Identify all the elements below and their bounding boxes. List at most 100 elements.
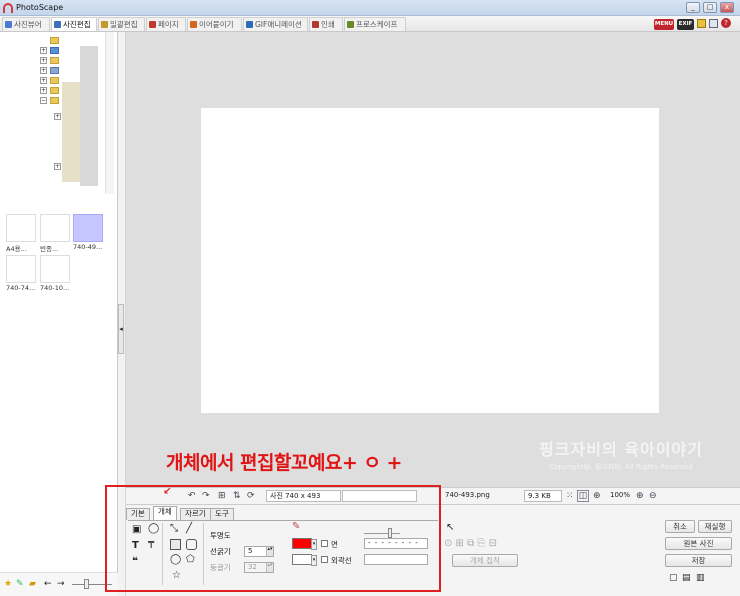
menu-icon[interactable]: MENU	[654, 19, 674, 30]
filename-label: 740-493.png	[445, 491, 490, 499]
undo-button[interactable]: 취소	[665, 520, 695, 533]
fit-icon[interactable]: ◫	[577, 490, 589, 502]
zoom-in-icon[interactable]: ⊕	[636, 491, 644, 501]
thumbnail-caption: 740-74...	[6, 284, 36, 292]
tab-page[interactable]: 페이지	[146, 17, 186, 31]
filesize-label: 9.3 KB	[524, 490, 562, 502]
folder-tree[interactable]: + + + + + − + +	[0, 32, 114, 194]
thumbnail[interactable]	[40, 255, 70, 283]
tree-item[interactable]: +	[40, 66, 110, 76]
photoscape-icon	[347, 21, 354, 28]
folder-icon	[50, 87, 59, 94]
tab-label: 일괄편집	[110, 20, 138, 29]
expand-icon[interactable]: +	[40, 87, 47, 94]
zoom-actual-icon[interactable]: ⊕	[593, 491, 601, 501]
tree-vertical-scrollbar[interactable]	[105, 32, 114, 194]
print-icon	[312, 21, 319, 28]
back-icon[interactable]: ←	[44, 579, 52, 589]
tab-viewer[interactable]: 사진뷰어	[2, 17, 50, 31]
expand-icon[interactable]: +	[40, 67, 47, 74]
combine-icon	[190, 21, 197, 28]
tab-batch[interactable]: 일괄편집	[98, 17, 145, 31]
maximize-button[interactable]: □	[703, 2, 717, 13]
tab-combine[interactable]: 이어붙이기	[187, 17, 242, 31]
expand-icon[interactable]: +	[54, 163, 61, 170]
thumbnail-caption: 빈종...	[40, 245, 59, 253]
add-folder-icon[interactable]: ✎	[16, 579, 24, 589]
expand-icon[interactable]: +	[40, 77, 47, 84]
tab-photoscape[interactable]: 프로스케이프	[344, 17, 406, 31]
help-icon[interactable]: ?	[721, 18, 731, 28]
tab-label: 인쇄	[321, 20, 335, 29]
collapse-icon[interactable]: −	[40, 97, 47, 104]
folder-icon	[50, 77, 59, 84]
exif-icon[interactable]: EXIF	[677, 19, 694, 30]
folder-icon	[50, 67, 59, 74]
thumbnail-selected[interactable]	[73, 214, 103, 242]
thumbnail-caption: A4용...	[6, 245, 27, 253]
highlight-arrow-icon: ↙	[163, 486, 172, 497]
object-tool-icons[interactable]: ⊙ ⊞ ⧉ ⎘ ⊟	[444, 539, 497, 549]
editor-icon	[54, 21, 61, 28]
window-icon[interactable]	[697, 19, 706, 28]
tree-item[interactable]: +	[40, 56, 110, 66]
zoom-level: 100%	[610, 491, 631, 499]
main-menu-bar: 사진뷰어 사진편집 일괄편집 페이지 이어붙이기 GIF애니메이션 인쇄 프로스…	[0, 16, 740, 32]
blurred-folder-names	[80, 46, 98, 186]
original-photo-button[interactable]: 원본 사진	[665, 537, 732, 550]
minimize-button[interactable]: _	[686, 2, 700, 13]
copy-icon[interactable]	[709, 19, 718, 28]
watermark-title: 핑크자비의 육아이야기	[539, 440, 703, 459]
star-icon[interactable]: ★	[4, 579, 12, 589]
image-workspace: 개체에서 편집할꼬예요+ ㅇ + 핑크자비의 육아이야기 Copyright@.…	[126, 32, 740, 487]
thumbnail-caption: 740-10...	[40, 284, 70, 292]
watermark-copyright: Copyright@. 핑크자비. All Rights Reserved	[549, 463, 693, 471]
tree-item[interactable]: +	[40, 46, 110, 56]
expand-icon[interactable]: +	[40, 47, 47, 54]
folder-icon[interactable]: ▰	[29, 579, 36, 589]
tab-label: GIF애니메이션	[255, 20, 302, 29]
thumbnail-caption: 740-49...	[73, 243, 103, 251]
photoscape-logo-icon	[3, 3, 13, 13]
print-small-icon[interactable]: ▤	[682, 573, 691, 583]
tab-label: 사진뷰어	[14, 20, 42, 29]
share-icon[interactable]: ▥	[696, 573, 705, 583]
tree-item[interactable]	[40, 36, 110, 46]
close-button[interactable]: x	[720, 2, 734, 13]
tab-label: 이어붙이기	[199, 20, 234, 29]
collapse-pane-handle[interactable]: ◂	[118, 304, 124, 354]
blog-watermark: 핑크자비의 육아이야기 Copyright@. 핑크자비. All Rights…	[521, 436, 721, 472]
tab-print[interactable]: 인쇄	[309, 17, 343, 31]
viewer-icon	[5, 21, 12, 28]
redo-button[interactable]: 재실행	[698, 520, 732, 533]
tab-gif[interactable]: GIF애니메이션	[243, 17, 308, 31]
folder-icon	[50, 47, 59, 54]
save-button[interactable]: 저장	[665, 554, 732, 567]
tab-label: 사진편집	[63, 20, 91, 29]
image-canvas[interactable]	[201, 108, 659, 413]
annotation-text: 개체에서 편집할꼬예요+ ㅇ +	[166, 452, 402, 474]
tab-editor[interactable]: 사진편집	[51, 17, 97, 31]
cursor-icon: ↖	[446, 522, 455, 533]
checker-icon[interactable]: ⁙	[566, 491, 574, 501]
window-title: PhotoScape	[16, 3, 64, 12]
expand-icon[interactable]: +	[40, 57, 47, 64]
gif-icon	[246, 21, 253, 28]
new-file-icon[interactable]: ▢	[669, 573, 678, 583]
thumbnail-size-slider[interactable]	[84, 579, 89, 589]
object-merge-button[interactable]: 개체 접착	[452, 554, 518, 567]
highlight-frame	[105, 485, 441, 592]
thumbnail[interactable]	[6, 255, 36, 283]
page-icon	[149, 21, 156, 28]
folder-icon	[50, 97, 59, 104]
thumbnail[interactable]	[40, 214, 70, 242]
folder-icon	[50, 57, 59, 64]
forward-icon[interactable]: →	[57, 579, 65, 589]
title-bar: PhotoScape _ □ x	[0, 0, 740, 16]
left-pane: + + + + + − + + A4용... 빈종... 740-49... 7…	[0, 32, 118, 596]
tab-label: 프로스케이프	[356, 20, 398, 29]
batch-icon	[101, 21, 108, 28]
thumbnail[interactable]	[6, 214, 36, 242]
zoom-out-icon[interactable]: ⊖	[649, 491, 657, 501]
expand-icon[interactable]: +	[54, 113, 61, 120]
